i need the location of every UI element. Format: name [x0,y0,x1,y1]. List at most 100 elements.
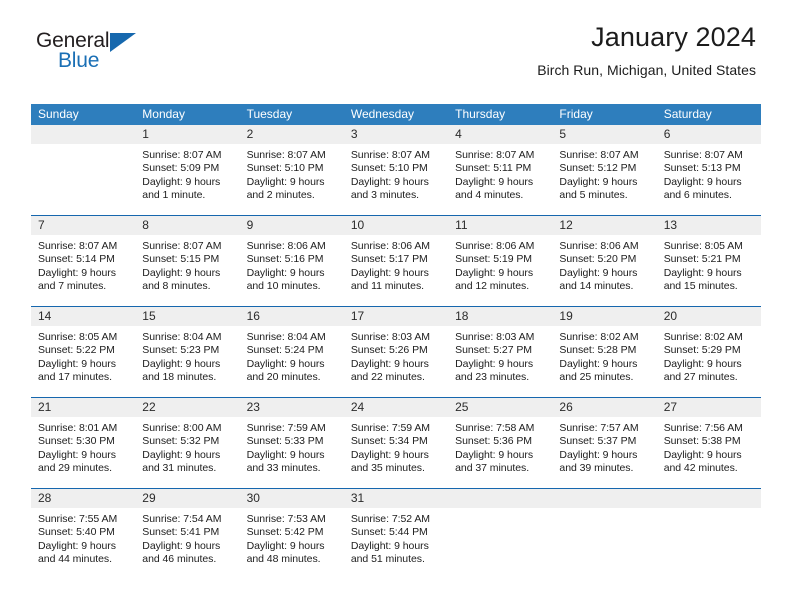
sunrise-text: Sunrise: 8:07 AM [663,149,743,161]
calendar-day-cell[interactable]: 31 Sunrise: 7:52 AM Sunset: 5:44 PM Dayligh… [343,489,449,579]
day-number-band: 16 [239,307,344,326]
daylight-text: Daylight: 9 hours [350,357,429,370]
sunset-text: Sunset: 5:29 PM [663,344,741,357]
sunrise-text: Sunrise: 8:07 AM [246,149,326,161]
daylight-text: Daylight: 9 hours [142,357,221,370]
calendar-day-cell[interactable]: 12 Sunrise: 8:06 AM Sunset: 5:20 PM Dayligh… [552,216,657,306]
day-detail [552,508,656,579]
day-number: 28 [38,491,52,505]
sunrise-text: Sunrise: 8:02 AM [663,331,743,343]
day-number-band: 31 [343,489,449,508]
daylight-text-cont: and 35 minutes. [350,462,425,475]
day-number-band: 10 [343,216,449,235]
sunset-text: Sunset: 5:22 PM [38,344,115,357]
sunset-text: Sunset: 5:23 PM [142,344,220,357]
day-number: 24 [350,400,365,414]
sunrise-text: Sunrise: 7:55 AM [38,513,118,525]
calendar-day-cell[interactable]: 5 Sunrise: 8:07 AM Sunset: 5:12 PM Daylight… [552,125,657,215]
daylight-text: Daylight: 9 hours [350,266,429,279]
sunset-text: Sunset: 5:17 PM [350,253,428,266]
calendar-day-cell[interactable]: 7 Sunrise: 8:07 AM Sunset: 5:14 PM Daylight… [31,216,136,306]
weekday-header-row: Sunday Monday Tuesday Wednesday Thursday Frid… [31,104,761,125]
daylight-text-cont: and 25 minutes. [559,371,634,384]
calendar-day-cell[interactable]: 30 Sunrise: 7:53 AM Sunset: 5:42 PM Dayligh… [239,489,344,579]
calendar-day-cell[interactable]: 16 Sunrise: 8:04 AM Sunset: 5:24 PM Dayligh… [239,307,344,397]
daylight-text: Daylight: 9 hours [38,448,116,461]
daylight-text-cont: and 2 minutes. [246,189,315,202]
day-detail: Sunrise: 8:06 AM Sunset: 5:17 PM Daylight:… [344,235,448,306]
day-number: 18 [455,309,469,323]
calendar-day-cell[interactable]: 18 Sunrise: 8:03 AM Sunset: 5:27 PM Dayligh… [448,307,553,397]
day-number-band: 3 [343,125,449,144]
calendar-day-cell[interactable]: 24 Sunrise: 7:59 AM Sunset: 5:34 PM Dayligh… [343,398,449,488]
calendar-day-cell[interactable]: 13 Sunrise: 8:05 AM Sunset: 5:21 PM Dayligh… [656,216,761,306]
calendar-day-cell[interactable]: 20 Sunrise: 8:02 AM Sunset: 5:29 PM Dayligh… [656,307,761,397]
calendar-day-cell[interactable]: 9 Sunrise: 8:06 AM Sunset: 5:16 PM Daylight… [239,216,344,306]
sunrise-text: Sunrise: 8:02 AM [559,331,639,343]
calendar-day-cell[interactable]: 28 Sunrise: 7:55 AM Sunset: 5:40 PM Dayligh… [31,489,136,579]
calendar-day-cell[interactable]: 23 Sunrise: 7:59 AM Sunset: 5:33 PM Dayligh… [239,398,344,488]
daylight-text-cont: and 1 minute. [142,189,206,202]
daylight-text-cont: and 39 minutes. [559,462,634,475]
calendar-day-cell[interactable]: 25 Sunrise: 7:58 AM Sunset: 5:36 PM Dayligh… [448,398,553,488]
day-number-band [31,125,136,144]
calendar-day-cell[interactable]: 29 Sunrise: 7:54 AM Sunset: 5:41 PM Dayligh… [135,489,240,579]
calendar-day-cell[interactable]: 8 Sunrise: 8:07 AM Sunset: 5:15 PM Daylight… [135,216,240,306]
calendar-day-cell[interactable]: 14 Sunrise: 8:05 AM Sunset: 5:22 PM Dayligh… [31,307,136,397]
day-number-band [656,489,761,508]
calendar-week-row: 7 Sunrise: 8:07 AM Sunset: 5:14 PM Daylight… [31,215,761,306]
calendar-day-cell[interactable]: 19 Sunrise: 8:02 AM Sunset: 5:28 PM Dayligh… [552,307,657,397]
day-number-band: 23 [239,398,344,417]
day-detail: Sunrise: 7:55 AM Sunset: 5:40 PM Daylight:… [31,508,135,579]
daylight-text-cont: and 15 minutes. [663,280,738,293]
day-detail: Sunrise: 7:56 AM Sunset: 5:38 PM Daylight:… [657,417,761,488]
daylight-text: Daylight: 9 hours [455,448,534,461]
daylight-text-cont: and 14 minutes. [559,280,634,293]
day-number: 14 [38,309,52,323]
day-number: 7 [38,218,45,232]
day-number-band: 30 [239,489,344,508]
sunset-text: Sunset: 5:21 PM [663,253,741,266]
calendar-day-cell[interactable]: 4 Sunrise: 8:07 AM Sunset: 5:11 PM Daylight… [448,125,553,215]
daylight-text: Daylight: 9 hours [246,539,325,552]
day-detail [31,144,135,215]
calendar-day-cell[interactable]: 2 Sunrise: 8:07 AM Sunset: 5:10 PM Daylight… [239,125,344,215]
daylight-text: Daylight: 9 hours [142,539,221,552]
calendar-day-cell[interactable]: 10 Sunrise: 8:06 AM Sunset: 5:17 PM Dayligh… [343,216,449,306]
day-detail: Sunrise: 8:07 AM Sunset: 5:13 PM Daylight:… [657,144,761,215]
day-detail: Sunrise: 7:58 AM Sunset: 5:36 PM Daylight:… [448,417,552,488]
day-number-band [448,489,553,508]
day-number: 2 [246,127,254,141]
weekday-header-tuesday: Tuesday [246,107,293,121]
day-number-band: 6 [656,125,761,144]
calendar-day-cell-empty [656,489,761,579]
sunrise-text: Sunrise: 7:59 AM [246,422,326,434]
day-detail: Sunrise: 8:05 AM Sunset: 5:21 PM Daylight:… [657,235,761,306]
calendar-day-cell[interactable]: 21 Sunrise: 8:01 AM Sunset: 5:30 PM Dayligh… [31,398,136,488]
calendar-day-cell[interactable]: 22 Sunrise: 8:00 AM Sunset: 5:32 PM Dayligh… [135,398,240,488]
calendar-day-cell[interactable]: 11 Sunrise: 8:06 AM Sunset: 5:19 PM Dayligh… [448,216,553,306]
calendar-day-cell[interactable]: 17 Sunrise: 8:03 AM Sunset: 5:26 PM Dayligh… [343,307,449,397]
calendar-day-cell[interactable]: 26 Sunrise: 7:57 AM Sunset: 5:37 PM Dayligh… [552,398,657,488]
calendar-day-cell[interactable]: 1 Sunrise: 8:07 AM Sunset: 5:09 PM Daylight… [135,125,240,215]
calendar-day-cell[interactable]: 27 Sunrise: 7:56 AM Sunset: 5:38 PM Dayligh… [656,398,761,488]
sunrise-text: Sunrise: 8:04 AM [142,331,222,343]
sunrise-text: Sunrise: 8:07 AM [350,149,431,161]
sunset-text: Sunset: 5:44 PM [350,526,428,539]
calendar-day-cell[interactable]: 15 Sunrise: 8:04 AM Sunset: 5:23 PM Dayligh… [135,307,240,397]
sunrise-text: Sunrise: 8:03 AM [455,331,535,343]
sunrise-text: Sunrise: 8:05 AM [663,240,743,252]
daylight-text-cont: and 23 minutes. [455,371,530,384]
day-number: 16 [246,309,260,323]
daylight-text-cont: and 29 minutes. [38,462,112,475]
calendar-day-cell[interactable]: 3 Sunrise: 8:07 AM Sunset: 5:10 PM Daylight… [343,125,449,215]
day-number: 30 [246,491,260,505]
general-blue-logo[interactable]: General Blue [36,30,166,80]
day-number: 19 [559,309,573,323]
day-detail: Sunrise: 7:52 AM Sunset: 5:44 PM Daylight:… [344,508,448,579]
calendar-day-cell[interactable]: 6 Sunrise: 8:07 AM Sunset: 5:13 PM Daylight… [656,125,761,215]
day-number-band: 7 [31,216,136,235]
daylight-text-cont: and 8 minutes. [142,280,211,293]
sunrise-text: Sunrise: 8:06 AM [455,240,535,252]
sunrise-text: Sunrise: 7:59 AM [350,422,431,434]
